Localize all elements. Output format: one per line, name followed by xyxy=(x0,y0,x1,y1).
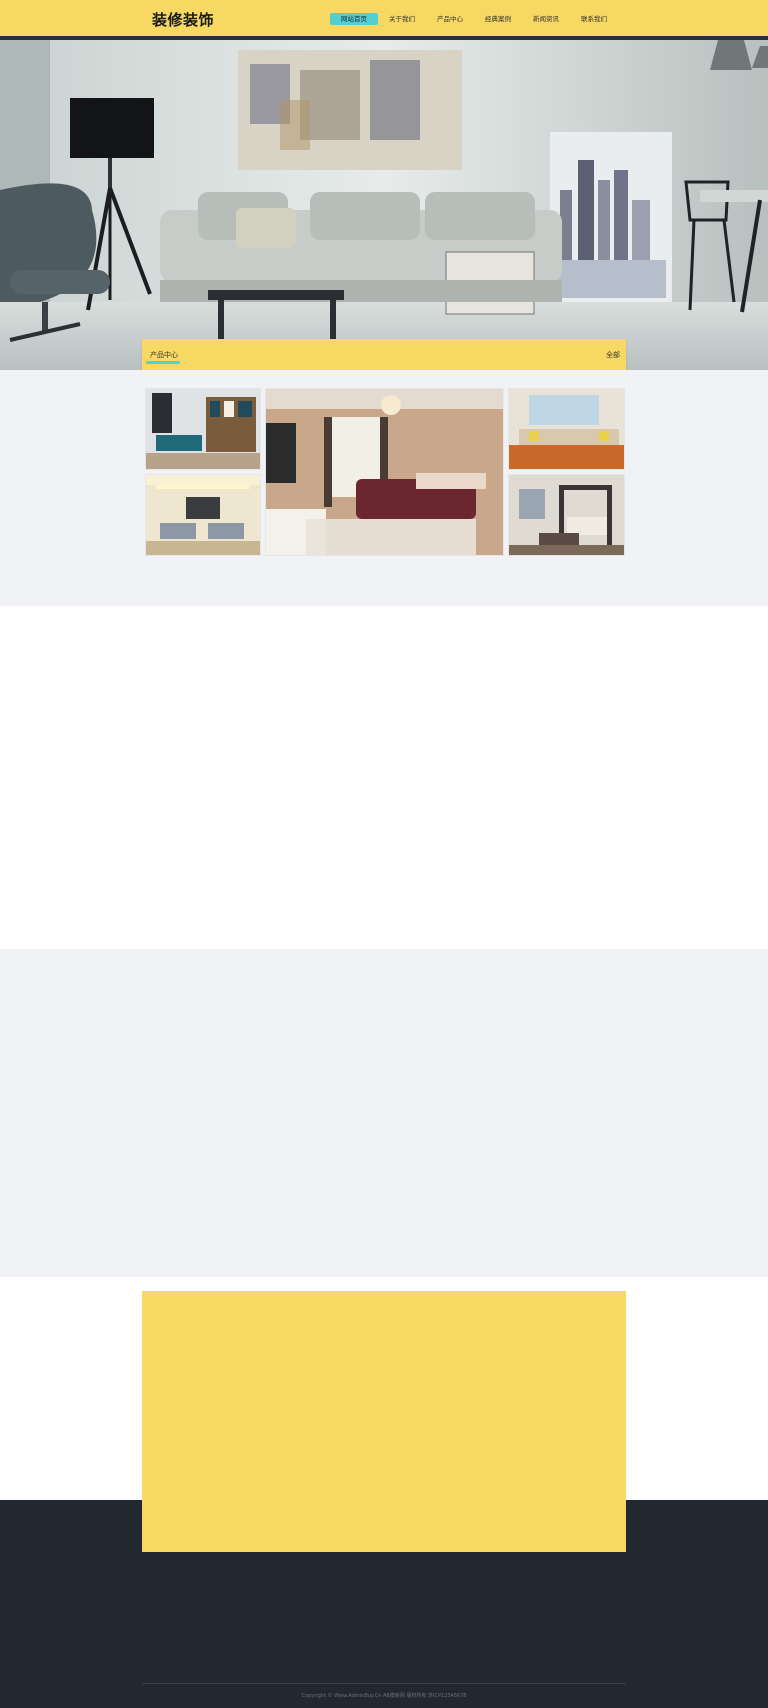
nav-item-contact[interactable]: 联系我们 xyxy=(570,13,618,25)
footer-copyright: Copyright © Www.AdminBuy.Cn AB模板网 版权所有 苏… xyxy=(301,1693,467,1699)
nav-item-about[interactable]: 关于我们 xyxy=(378,13,426,25)
cases-section xyxy=(0,606,768,949)
news-section xyxy=(0,949,768,1277)
product-image-4[interactable] xyxy=(508,474,625,556)
site-header: 装修装饰 网站首页 关于我们 产品中心 经典案例 新闻资讯 联系我们 xyxy=(0,0,768,36)
nav-item-home[interactable]: 网站首页 xyxy=(330,13,378,25)
hero-banner xyxy=(0,40,768,370)
product-image-featured[interactable] xyxy=(265,388,504,556)
nav-item-products[interactable]: 产品中心 xyxy=(426,13,474,25)
product-image-3[interactable] xyxy=(508,388,625,470)
product-more-link[interactable]: 全部 xyxy=(606,350,620,360)
site-logo[interactable]: 装修装饰 xyxy=(152,9,214,30)
contact-box xyxy=(142,1291,626,1552)
section-title-underline xyxy=(146,361,180,364)
hero-living-room-image xyxy=(0,40,768,370)
product-image-1[interactable] xyxy=(145,388,261,470)
product-section-title: 产品中心 xyxy=(150,351,178,359)
nav-item-cases[interactable]: 经典案例 xyxy=(474,13,522,25)
product-section-header: 产品中心 全部 xyxy=(142,339,626,370)
nav-item-news[interactable]: 新闻资讯 xyxy=(522,13,570,25)
footer-divider xyxy=(142,1683,626,1684)
product-image-2[interactable] xyxy=(145,474,261,556)
